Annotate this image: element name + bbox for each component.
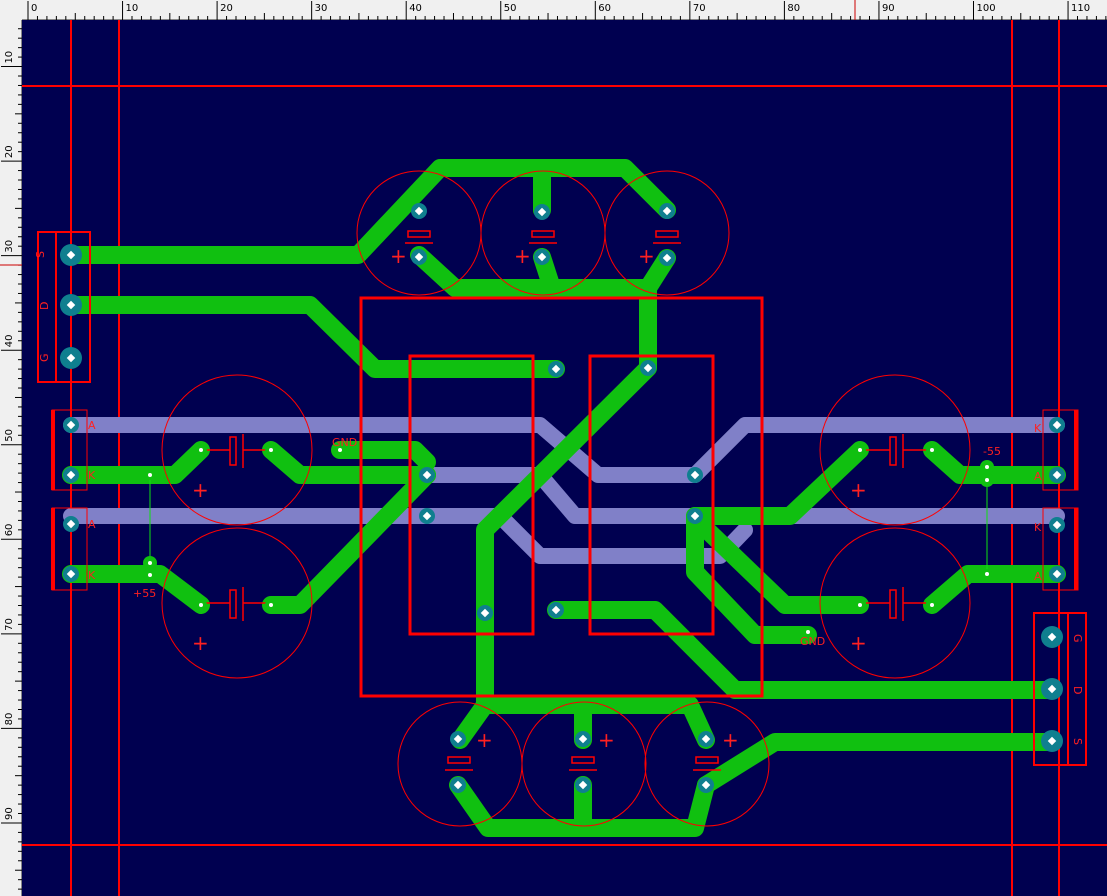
label-gnd1: GND — [332, 436, 357, 449]
ruler-left-label: 50 — [4, 429, 15, 442]
polarity-plus: + — [514, 244, 531, 268]
pcb-canvas[interactable]: + + + + + + + + + + S D G G D S A K A K K A K A +… — [22, 20, 1107, 896]
label-gnd2: GND — [800, 635, 825, 648]
ruler-left-label: 20 — [4, 145, 15, 158]
polarity-plus: + — [722, 728, 739, 752]
label-k2: K — [88, 569, 96, 582]
label-minus55: -55 — [983, 445, 1001, 458]
ruler-top-label: 70 — [693, 3, 706, 14]
ruler-left-label: 90 — [4, 807, 15, 820]
ruler-top-label: 90 — [882, 3, 895, 14]
label-a3: A — [1034, 470, 1042, 483]
label-d2: D — [1071, 686, 1084, 694]
label-g: G — [38, 353, 51, 362]
ruler-left-label: 30 — [4, 240, 15, 253]
label-s: S — [34, 251, 47, 258]
ruler-top[interactable]: 0 10 20 30 40 50 60 70 80 90 100 110 — [0, 0, 1107, 20]
polarity-plus: + — [390, 244, 407, 268]
polarity-plus: + — [638, 244, 655, 268]
ruler-top-label: 50 — [504, 3, 517, 14]
label-k3: K — [1034, 422, 1042, 435]
polarity-plus: + — [192, 631, 209, 655]
ruler-top-label: 60 — [598, 3, 611, 14]
ruler-left-label: 40 — [4, 334, 15, 347]
ruler-top-label: 30 — [315, 3, 328, 14]
ruler-top-label: 20 — [220, 3, 233, 14]
polarity-plus: + — [192, 478, 209, 502]
label-a4: A — [1034, 570, 1042, 583]
ruler-top-label: 100 — [977, 3, 996, 14]
label-g2: G — [1071, 634, 1084, 643]
ruler-left[interactable]: 10 20 30 40 50 60 70 80 90 — [0, 20, 22, 896]
label-d: D — [38, 302, 51, 310]
ruler-left-label: 70 — [4, 618, 15, 631]
polarity-plus: + — [598, 728, 615, 752]
ruler-left-label: 80 — [4, 713, 15, 726]
polarity-plus: + — [850, 631, 867, 655]
label-a2: A — [88, 518, 96, 531]
ruler-top-label: 10 — [126, 3, 139, 14]
ruler-top-label: 80 — [787, 3, 800, 14]
ruler-top-label: 0 — [31, 3, 37, 14]
ruler-left-label: 60 — [4, 524, 15, 537]
label-s2: S — [1071, 738, 1084, 745]
ruler-left-label: 10 — [4, 51, 15, 64]
polarity-plus: + — [476, 728, 493, 752]
polarity-plus: + — [850, 478, 867, 502]
ruler-top-label: 110 — [1071, 3, 1090, 14]
label-a1: A — [88, 419, 96, 432]
label-k4: K — [1034, 521, 1042, 534]
label-k1: K — [88, 469, 96, 482]
ruler-top-label: 40 — [409, 3, 422, 14]
label-plus55: +55 — [133, 587, 156, 600]
